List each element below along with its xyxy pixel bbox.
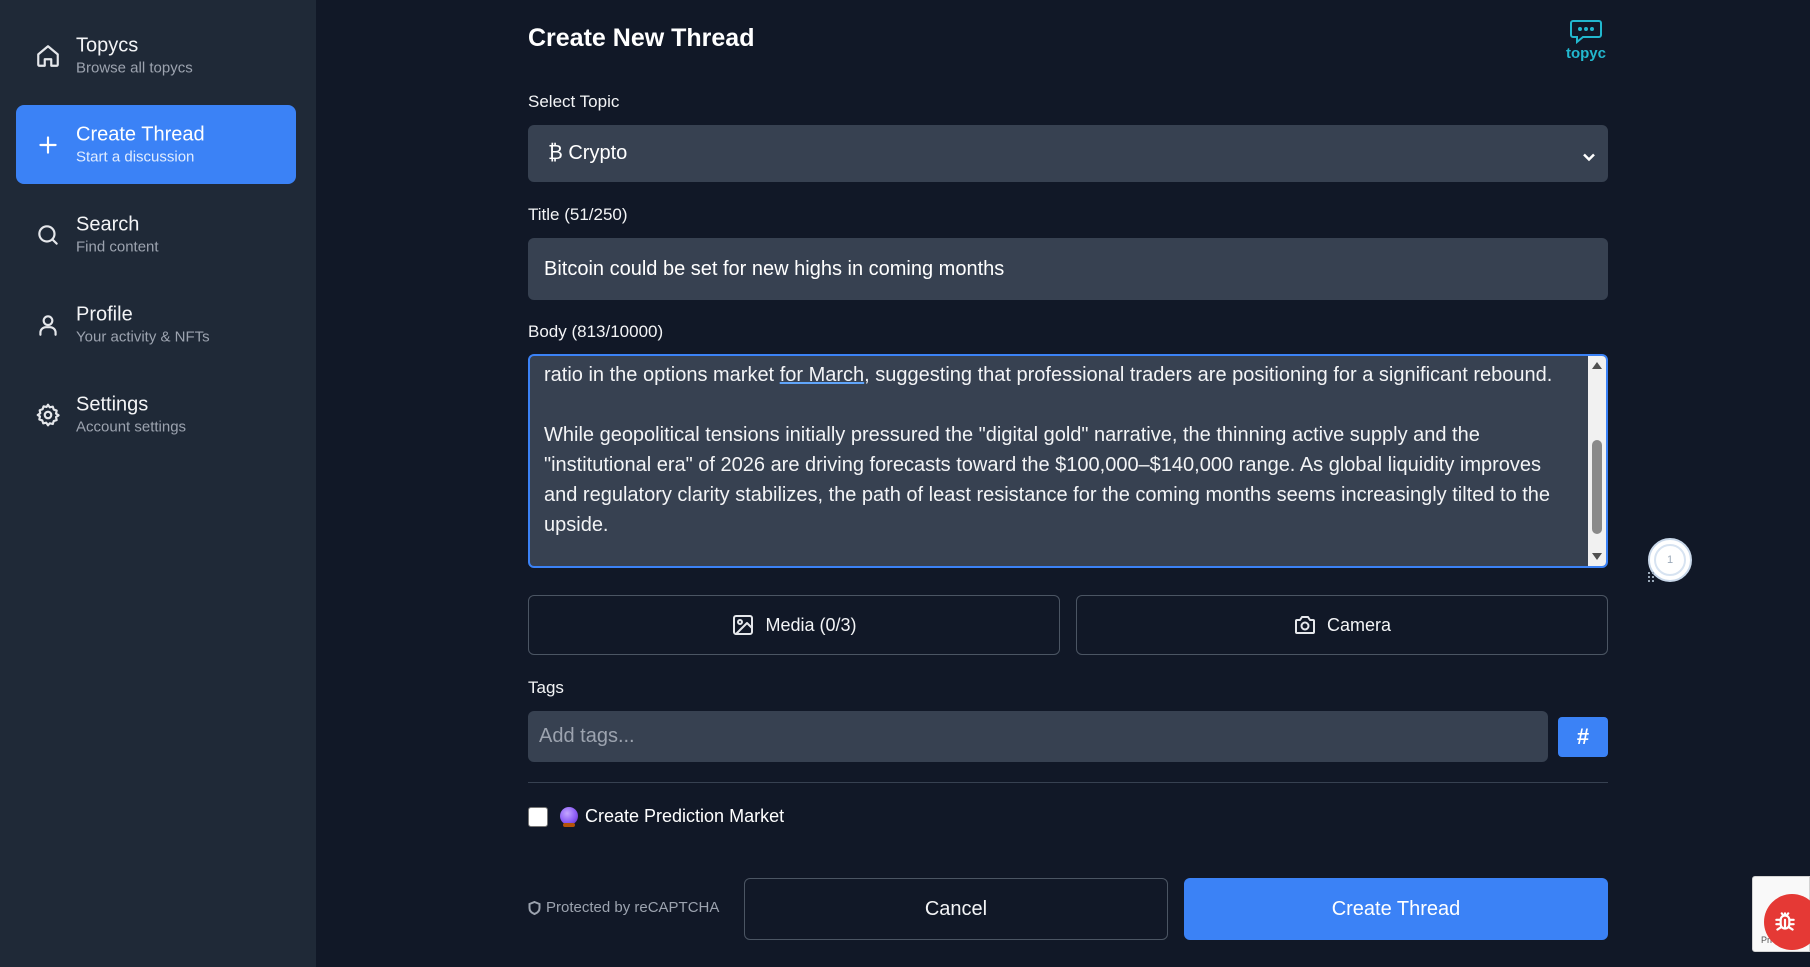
image-icon xyxy=(733,615,754,635)
add-tag-button[interactable]: # xyxy=(1558,717,1608,757)
sidebar-item-create-thread[interactable]: Create Thread Start a discussion xyxy=(16,105,296,184)
plus-icon xyxy=(34,131,62,159)
topic-label: Select Topic xyxy=(528,92,620,111)
camera-button-label: Camera xyxy=(1326,614,1392,635)
title-input[interactable]: Bitcoin could be set for new highs in co… xyxy=(528,238,1608,300)
bug-icon xyxy=(1775,912,1795,931)
sidebar-item-subtitle: Account settings xyxy=(76,418,187,435)
create-thread-button[interactable]: Create Thread xyxy=(1184,878,1608,940)
sidebar-item-title: Create Thread xyxy=(76,123,205,145)
camera-button[interactable]: Camera xyxy=(1076,595,1608,655)
body-label: Body (813/10000) xyxy=(528,322,664,341)
topic-select-value: ₿ Crypto xyxy=(548,142,628,164)
home-icon xyxy=(34,42,62,70)
sidebar-item-title: Search xyxy=(76,213,140,235)
tags-label: Tags xyxy=(528,678,564,697)
scroll-thumb[interactable] xyxy=(1592,440,1602,534)
sidebar-item-subtitle: Browse all topycs xyxy=(76,59,193,76)
prediction-market-checkbox[interactable] xyxy=(528,807,548,827)
recaptcha-note-text: Protected by reCAPTCHA xyxy=(546,899,720,916)
gear-icon xyxy=(34,401,62,429)
sidebar: Topycs Browse all topycs Create Thread S… xyxy=(0,0,316,967)
logo-text: topyc xyxy=(1565,45,1606,62)
body-textarea[interactable]: ratio in the options market for March, s… xyxy=(528,354,1608,568)
sidebar-item-subtitle: Find content xyxy=(76,238,159,255)
cancel-button[interactable]: Cancel xyxy=(744,878,1168,940)
scroll-down-arrow-icon[interactable] xyxy=(1592,553,1602,560)
spellcheck-underline: for March xyxy=(779,364,865,386)
media-button[interactable]: Media (0/3) xyxy=(528,595,1060,655)
topic-select[interactable]: ₿ Crypto xyxy=(528,125,1608,182)
topyc-logo[interactable]: topyc xyxy=(1562,18,1610,61)
media-button-label: Media (0/3) xyxy=(765,614,857,635)
sidebar-item-subtitle: Start a discussion xyxy=(76,148,195,165)
sidebar-item-title: Profile xyxy=(76,303,133,325)
sidebar-item-settings[interactable]: Settings Account settings xyxy=(16,375,296,454)
floating-helper-badge: 1 xyxy=(1654,544,1686,576)
scroll-up-arrow-icon[interactable] xyxy=(1592,362,1602,369)
camera-icon xyxy=(1294,616,1315,634)
page-title: Create New Thread xyxy=(528,24,755,52)
title-label: Title (51/250) xyxy=(528,205,628,224)
crystal-ball-base xyxy=(563,823,575,827)
tags-input[interactable]: Add tags... xyxy=(528,711,1548,762)
tags-placeholder: Add tags... xyxy=(539,725,635,747)
sidebar-item-topycs[interactable]: Topycs Browse all topycs xyxy=(16,16,296,95)
shield-icon xyxy=(528,900,541,915)
body-scrollbar[interactable] xyxy=(1588,356,1606,566)
chevron-down-icon xyxy=(1582,147,1596,161)
search-icon xyxy=(34,221,62,249)
sidebar-item-title: Topycs xyxy=(76,34,139,56)
user-icon xyxy=(34,311,62,339)
chat-bubble-icon xyxy=(1570,20,1602,45)
sidebar-item-search[interactable]: Search Find content xyxy=(16,195,296,274)
recaptcha-note: Protected by reCAPTCHA xyxy=(528,899,719,916)
sidebar-item-title: Settings xyxy=(76,393,149,415)
drag-handle-icon[interactable] xyxy=(1648,572,1656,582)
prediction-market-label[interactable]: Create Prediction Market xyxy=(585,806,784,827)
sidebar-item-subtitle: Your activity & NFTs xyxy=(76,328,210,345)
divider xyxy=(528,782,1608,783)
title-input-value: Bitcoin could be set for new highs in co… xyxy=(544,257,1005,280)
sidebar-item-profile[interactable]: Profile Your activity & NFTs xyxy=(16,285,296,364)
body-text: ratio in the options market for March, s… xyxy=(544,364,1556,536)
